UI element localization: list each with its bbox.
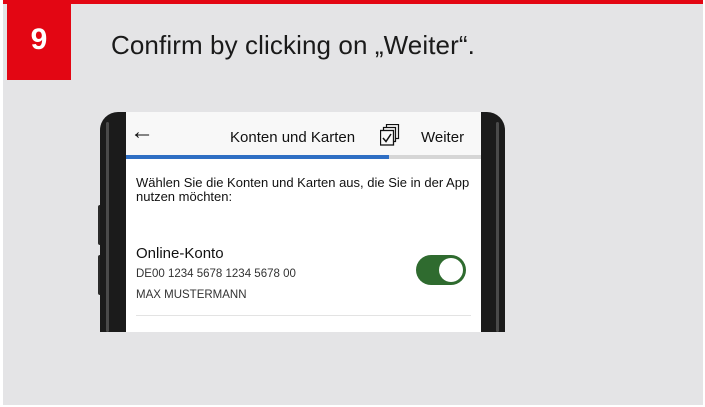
app-nav-bar: ← Konten und Karten Weiter (126, 112, 481, 156)
account-toggle[interactable] (416, 255, 466, 285)
account-iban: DE00 1234 5678 1234 5678 00 (136, 268, 296, 280)
accent-rule (3, 0, 703, 4)
progress-bar (126, 155, 481, 159)
nav-title: Konten und Karten (230, 129, 356, 146)
account-holder: MAX MUSTERMANN (136, 289, 247, 301)
multi-select-check-icon[interactable] (380, 124, 400, 146)
phone-frame: ← Konten und Karten Weiter Wählen Sie di… (100, 112, 505, 332)
phone-edge (496, 122, 499, 332)
toggle-knob (439, 258, 463, 282)
account-title: Online-Konto (136, 245, 224, 262)
list-divider (136, 315, 471, 316)
step-number-badge: 9 (7, 0, 71, 80)
step-instruction: Confirm by clicking on „Weiter“. (111, 30, 475, 60)
weiter-button[interactable]: Weiter (421, 129, 464, 146)
selection-hint: Wählen Sie die Konten und Karten aus, di… (136, 175, 470, 204)
arrow-left-icon[interactable]: ← (130, 118, 154, 146)
phone-edge (106, 122, 109, 332)
app-screen: ← Konten und Karten Weiter Wählen Sie di… (126, 112, 481, 332)
progress-bar-fill (126, 155, 389, 159)
